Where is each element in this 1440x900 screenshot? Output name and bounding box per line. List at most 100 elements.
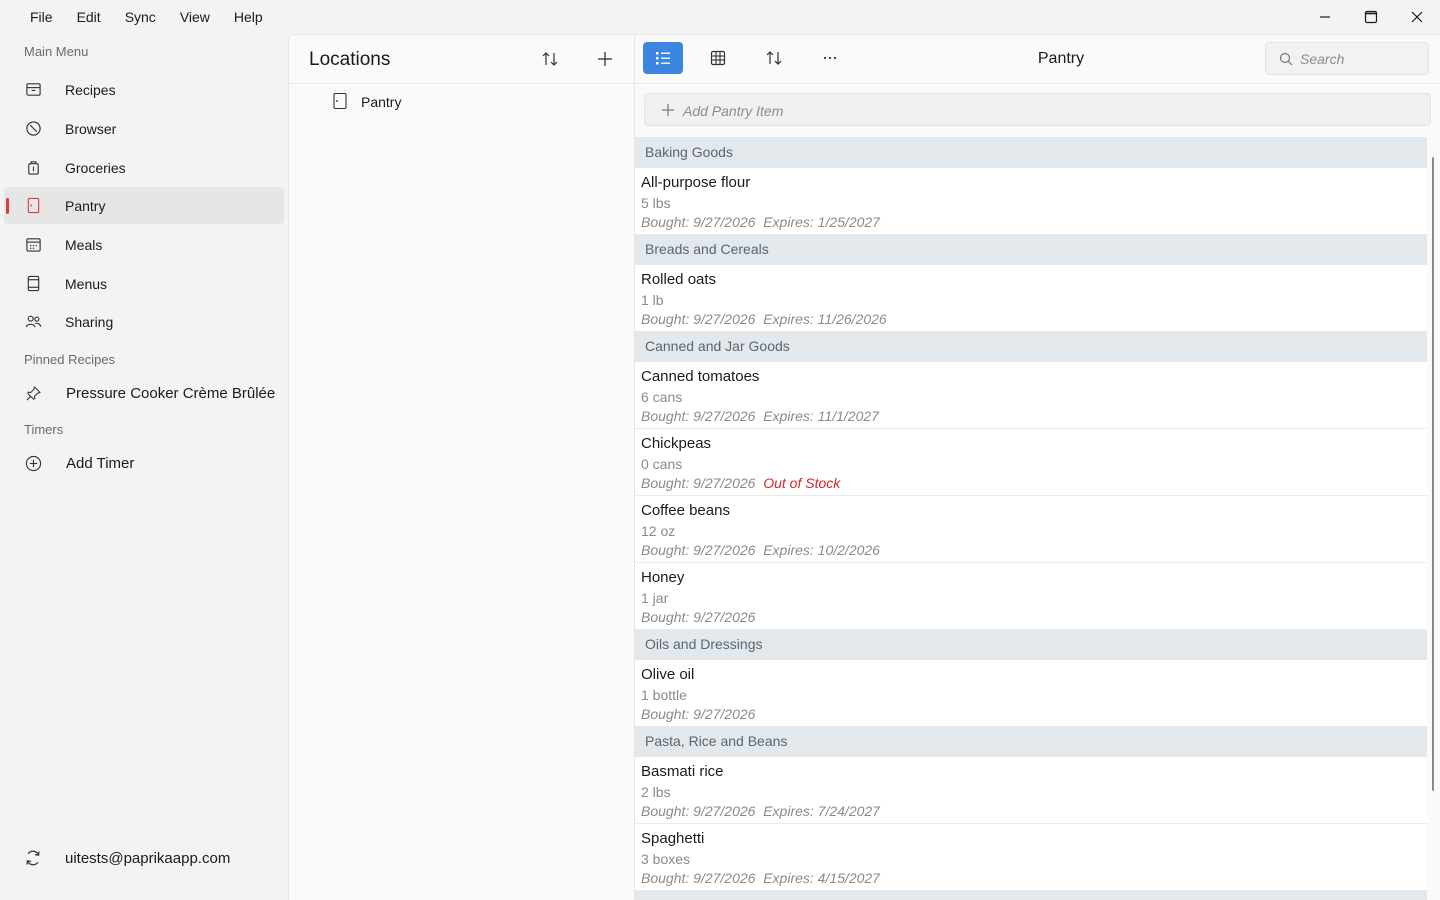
item-dates: Bought: 9/27/2026 <box>641 609 755 625</box>
item-name: Coffee beans <box>641 502 730 519</box>
scrollbar[interactable] <box>1432 157 1434 791</box>
expiry-date: Expires: 11/1/2027 <box>763 408 879 424</box>
sidebar-item-label: Menus <box>65 275 108 292</box>
item-name: Canned tomatoes <box>641 368 760 385</box>
pantry-item[interactable]: Honey 1 jar Bought: 9/27/2026 <box>635 563 1427 629</box>
pantry-toolbar: Pantry <box>635 35 1440 84</box>
item-dates: Bought: 9/27/2026 Expires: 11/1/2027 <box>641 408 879 424</box>
sidebar-item-menus[interactable]: Menus <box>4 265 284 302</box>
bought-date: Bought: 9/27/2026 <box>641 803 756 819</box>
add-timer-label: Add Timer <box>66 455 135 472</box>
location-item-pantry[interactable]: Pantry <box>289 87 635 117</box>
expiry-date: Expires: 1/25/2027 <box>763 214 880 230</box>
add-pantry-item-label: Add Pantry Item <box>683 103 784 119</box>
add-location-button[interactable] <box>593 47 617 71</box>
menu-file[interactable]: File <box>18 0 65 34</box>
category-header: Oils and Dressings <box>635 629 1427 660</box>
item-quantity: 1 bottle <box>641 687 687 703</box>
expiry-date: Expires: 4/15/2027 <box>763 870 880 886</box>
category-header <box>635 890 1427 900</box>
window-controls <box>1302 0 1440 34</box>
plus-icon <box>598 52 612 66</box>
sidebar-item-pantry[interactable]: Pantry <box>4 187 284 224</box>
sidebar-item-label: Recipes <box>65 81 116 98</box>
add-timer-button[interactable]: Add Timer <box>4 445 284 482</box>
pantry-item[interactable]: Canned tomatoes 6 cans Bought: 9/27/2026… <box>635 362 1427 429</box>
out-of-stock-label: Out of Stock <box>763 475 841 491</box>
expiry-date: Expires: 7/24/2027 <box>763 803 880 819</box>
calendar-icon <box>24 235 42 253</box>
sidebar-item-label: Pressure Cooker Crème Brûlée <box>66 385 276 402</box>
bought-date: Bought: 9/27/2026 <box>641 311 756 327</box>
minimize-button[interactable] <box>1302 0 1348 34</box>
bought-date: Bought: 9/27/2026 <box>641 475 756 491</box>
sidebar-item-meals[interactable]: Meals <box>4 226 284 263</box>
item-quantity: 6 cans <box>641 389 683 405</box>
expiry-date: Expires: 10/2/2026 <box>763 542 880 558</box>
timers-label: Timers <box>24 422 64 437</box>
pantry-item[interactable]: Basmati rice 2 lbs Bought: 9/27/2026 Exp… <box>635 757 1427 824</box>
bought-date: Bought: 9/27/2026 <box>641 870 756 886</box>
sidebar-item-sharing[interactable]: Sharing <box>4 303 284 340</box>
sidebar-item-recipes[interactable]: Recipes <box>4 71 284 108</box>
sort-locations-button[interactable] <box>538 47 562 71</box>
bought-date: Bought: 9/27/2026 <box>641 408 756 424</box>
search-input[interactable] <box>1300 50 1420 68</box>
menu-view[interactable]: View <box>168 0 222 34</box>
item-name: Honey <box>641 569 685 586</box>
account-email: uitests@paprikaapp.com <box>65 849 231 867</box>
menu-edit[interactable]: Edit <box>65 0 113 34</box>
sidebar-item-label: Groceries <box>65 159 126 176</box>
item-quantity: 1 jar <box>641 590 669 606</box>
pinned-recipes-label: Pinned Recipes <box>24 352 116 367</box>
menu-help[interactable]: Help <box>222 0 275 34</box>
sort-icon <box>542 52 558 66</box>
locations-title: Locations <box>309 49 391 70</box>
sidebar-item-label: Meals <box>65 236 103 253</box>
recipes-box-icon <box>24 80 42 98</box>
sidebar-item-label: Browser <box>65 120 117 137</box>
menu-sync[interactable]: Sync <box>113 0 168 34</box>
bought-date: Bought: 9/27/2026 <box>641 609 756 625</box>
active-indicator <box>6 198 9 214</box>
item-dates: Bought: 9/27/2026 Expires: 4/15/2027 <box>641 870 880 886</box>
menu-bar: File Edit Sync View Help <box>0 0 1440 34</box>
search-box[interactable] <box>1265 42 1429 75</box>
item-dates: Bought: 9/27/2026 Expires: 11/26/2026 <box>641 311 887 327</box>
minimize-icon <box>1320 16 1330 18</box>
pantry-item-list: Baking Goods All-purpose flour 5 lbs Bou… <box>635 137 1427 900</box>
pantry-item[interactable]: Chickpeas 0 cans Bought: 9/27/2026 Out o… <box>635 429 1427 496</box>
pinned-recipe-item[interactable]: Pressure Cooker Crème Brûlée <box>4 375 284 412</box>
sidebar-item-label: Pantry <box>65 197 106 214</box>
sidebar-item-label: Sharing <box>65 313 114 330</box>
search-icon <box>1279 52 1293 66</box>
item-dates: Bought: 9/27/2026 Out of Stock <box>641 475 840 491</box>
item-quantity: 3 boxes <box>641 851 691 867</box>
pantry-item[interactable]: Coffee beans 12 oz Bought: 9/27/2026 Exp… <box>635 496 1427 563</box>
add-pantry-item-button[interactable]: Add Pantry Item <box>644 93 1431 126</box>
bought-date: Bought: 9/27/2026 <box>641 706 756 722</box>
pantry-item[interactable]: All-purpose flour 5 lbs Bought: 9/27/202… <box>635 168 1427 234</box>
item-name: Spaghetti <box>641 830 705 847</box>
category-header: Canned and Jar Goods <box>635 331 1427 362</box>
item-quantity: 5 lbs <box>641 195 671 211</box>
close-button[interactable] <box>1394 0 1440 34</box>
maximize-icon <box>1364 10 1378 24</box>
pantry-item[interactable]: Olive oil 1 bottle Bought: 9/27/2026 <box>635 660 1427 726</box>
pantry-cabinet-icon <box>333 92 347 110</box>
sync-account-button[interactable]: uitests@paprikaapp.com <box>4 840 284 876</box>
sidebar-item-groceries[interactable]: Groceries <box>4 149 284 186</box>
item-dates: Bought: 9/27/2026 Expires: 1/25/2027 <box>641 214 880 230</box>
sync-icon <box>24 849 42 867</box>
item-quantity: 12 oz <box>641 523 676 539</box>
people-icon <box>24 312 42 330</box>
item-name: Chickpeas <box>641 435 712 452</box>
pantry-item[interactable]: Rolled oats 1 lb Bought: 9/27/2026 Expir… <box>635 265 1427 331</box>
item-quantity: 0 cans <box>641 456 683 472</box>
bought-date: Bought: 9/27/2026 <box>641 542 756 558</box>
bought-date: Bought: 9/27/2026 <box>641 214 756 230</box>
sidebar-item-browser[interactable]: Browser <box>4 110 284 147</box>
main-menu-label: Main Menu <box>24 44 89 59</box>
pantry-item[interactable]: Spaghetti 3 boxes Bought: 9/27/2026 Expi… <box>635 824 1427 890</box>
maximize-button[interactable] <box>1348 0 1394 34</box>
